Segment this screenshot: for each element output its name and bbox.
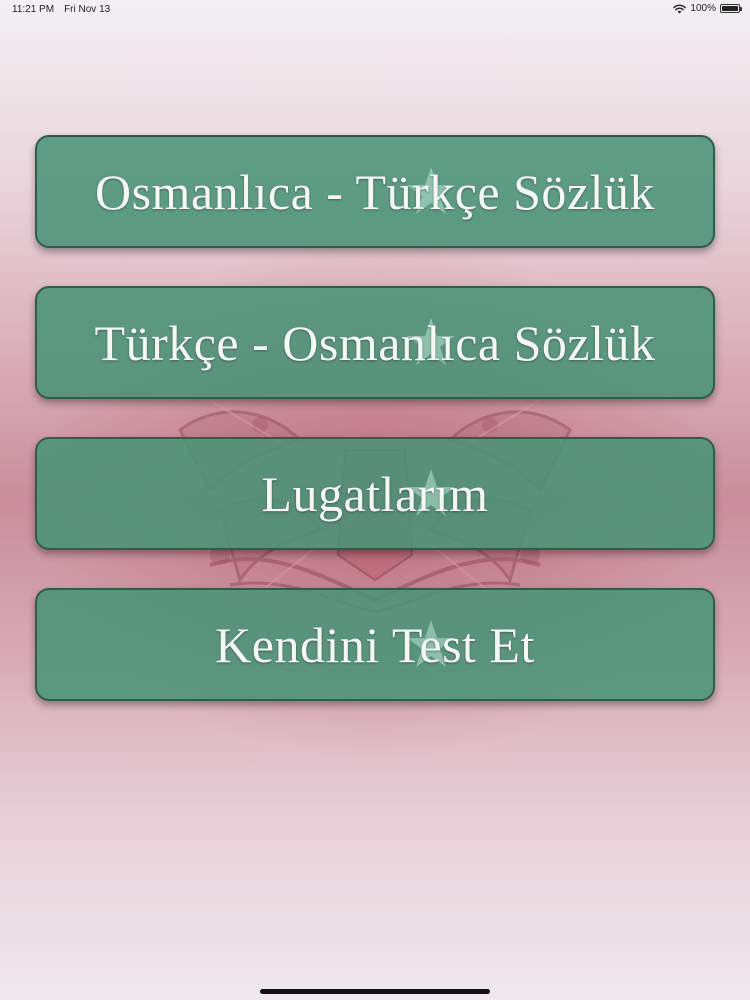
battery-fill	[722, 6, 738, 11]
home-indicator[interactable]	[260, 989, 490, 994]
wifi-icon	[673, 4, 687, 14]
status-left: 11:21 PM Fri Nov 13	[12, 4, 110, 15]
menu-button-label: Türkçe - Osmanlıca Sözlük	[94, 314, 656, 371]
lugatlarim-button[interactable]: Lugatlarım	[35, 437, 715, 550]
main-menu: Osmanlıca - Türkçe Sözlük Türkçe - Osman…	[35, 135, 715, 739]
kendini-test-et-button[interactable]: Kendini Test Et	[35, 588, 715, 701]
menu-button-label: Lugatlarım	[261, 465, 489, 522]
status-right: 100%	[673, 3, 742, 14]
battery-percent: 100%	[690, 3, 716, 14]
menu-button-label: Osmanlıca - Türkçe Sözlük	[94, 163, 656, 220]
turkce-osmanlica-dictionary-button[interactable]: Türkçe - Osmanlıca Sözlük	[35, 286, 715, 399]
menu-button-label: Kendini Test Et	[215, 616, 535, 673]
status-bar: 11:21 PM Fri Nov 13 100%	[0, 0, 750, 20]
status-time: 11:21 PM	[12, 4, 55, 15]
battery-icon	[720, 4, 742, 13]
osmanlica-turkce-dictionary-button[interactable]: Osmanlıca - Türkçe Sözlük	[35, 135, 715, 248]
status-date: Fri Nov 13	[64, 4, 111, 15]
